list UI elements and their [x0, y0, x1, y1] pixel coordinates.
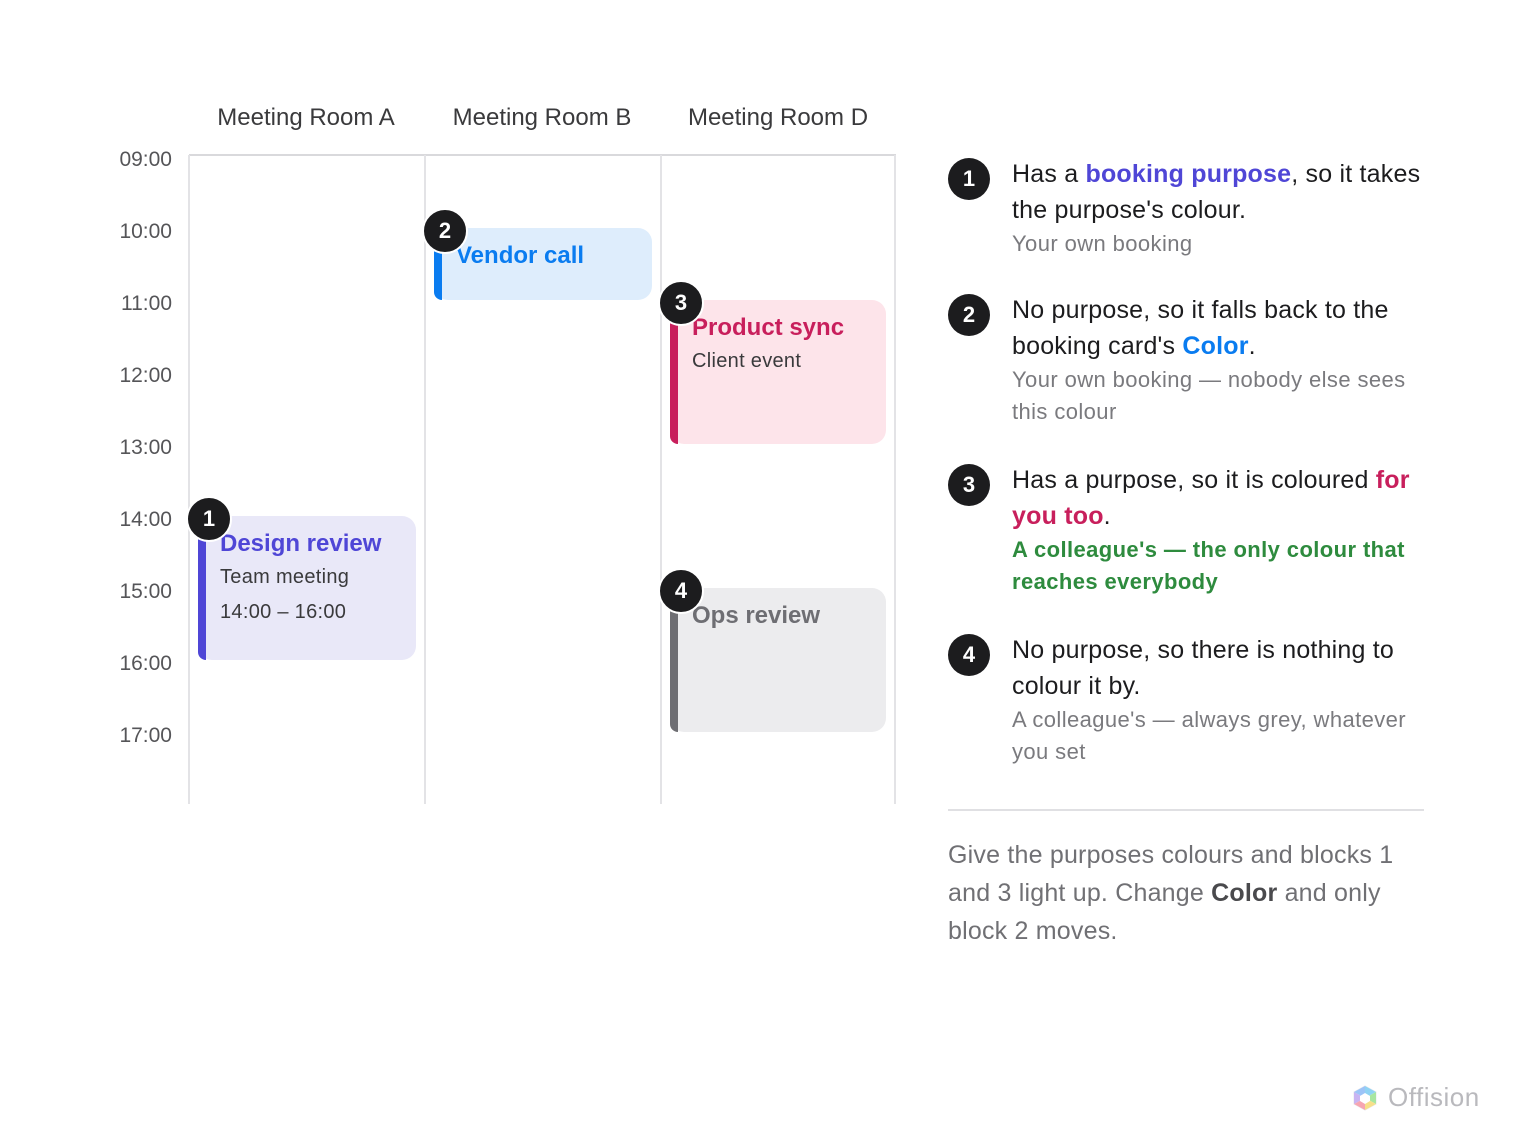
- badge-3: 3: [658, 280, 704, 326]
- event-title: Product sync: [692, 314, 845, 341]
- footnote-bold: Color: [1211, 879, 1278, 907]
- event-title: Ops review: [692, 602, 821, 629]
- event-purpose: Client event: [692, 350, 802, 372]
- event-title: Vendor call: [456, 242, 585, 269]
- legend-badge-1: 1: [948, 158, 990, 200]
- legend-body: No purpose, so there is nothing to colou…: [1012, 632, 1432, 768]
- time-label-1700: 17:00: [119, 724, 172, 747]
- legend-highlight: Color: [1182, 332, 1249, 360]
- badge-1: 1: [186, 496, 232, 542]
- event-time: 14:00 – 16:00: [220, 601, 347, 623]
- legend-text: .: [1103, 502, 1111, 530]
- legend-text: Has a purpose, so it is coloured: [1012, 466, 1376, 494]
- legend-body: Has a purpose, so it is coloured for you…: [1012, 462, 1432, 598]
- grid-column-divider: [660, 155, 662, 804]
- footnote: Give the purposes colours and blocks 1 a…: [948, 836, 1438, 950]
- badge-2: 2: [422, 208, 468, 254]
- time-label-1100: 11:00: [121, 292, 172, 315]
- legend-text: Has a: [1012, 160, 1086, 188]
- time-label-1000: 10:00: [119, 220, 172, 243]
- legend-body: Has a booking purpose, so it takes the p…: [1012, 156, 1432, 260]
- legend-main-text: Has a booking purpose, so it takes the p…: [1012, 156, 1432, 228]
- grid-top-border: [189, 154, 896, 156]
- legend-badge-3: 3: [948, 464, 990, 506]
- grid-column-divider: [894, 155, 896, 804]
- event-purpose: Team meeting: [220, 566, 350, 588]
- room-header-b: Meeting Room B: [452, 104, 632, 131]
- logo-text: Offision: [1388, 1082, 1480, 1112]
- grid-column-divider: [188, 155, 190, 804]
- room-header-a: Meeting Room A: [217, 104, 395, 131]
- legend-main-text: No purpose, so it falls back to the book…: [1012, 292, 1432, 364]
- time-label-1400: 14:00: [119, 508, 172, 531]
- legend-main-text: Has a purpose, so it is coloured for you…: [1012, 462, 1432, 534]
- grid-column-divider: [424, 155, 426, 804]
- legend-badge-4: 4: [948, 634, 990, 676]
- room-header-d: Meeting Room D: [687, 104, 869, 131]
- legend-sub-text: Your own booking: [1012, 231, 1193, 256]
- time-label-0900: 09:00: [119, 148, 172, 171]
- booking-block-ops-review[interactable]: Ops review: [670, 588, 886, 732]
- legend-sub-text: A colleague's — the only colour that rea…: [1012, 537, 1405, 594]
- legend-main-text: No purpose, so there is nothing to colou…: [1012, 636, 1395, 700]
- time-label-1500: 15:00: [119, 580, 172, 603]
- time-label-1200: 12:00: [119, 364, 172, 387]
- time-label-1300: 13:00: [119, 436, 172, 459]
- booking-block-product-sync[interactable]: Product sync Client event: [670, 300, 886, 444]
- booking-block-design-review[interactable]: Design review Team meeting 14:00 – 16:00: [198, 516, 416, 660]
- time-label-1600: 16:00: [119, 652, 172, 675]
- offision-logo-icon: [1353, 1084, 1377, 1111]
- legend-divider: [948, 809, 1424, 811]
- legend-text: .: [1248, 332, 1256, 360]
- legend-sub-text: A colleague's — always grey, whatever yo…: [1012, 707, 1406, 764]
- offision-logo: Offision: [1352, 1082, 1480, 1113]
- legend-sub-text: Your own booking — nobody else sees this…: [1012, 367, 1406, 424]
- booking-block-vendor-call[interactable]: Vendor call: [434, 228, 652, 300]
- legend-badge-2: 2: [948, 294, 990, 336]
- legend-body: No purpose, so it falls back to the book…: [1012, 292, 1432, 428]
- event-title: Design review: [220, 530, 382, 557]
- legend-highlight: booking purpose: [1085, 160, 1292, 188]
- badge-4: 4: [658, 568, 704, 614]
